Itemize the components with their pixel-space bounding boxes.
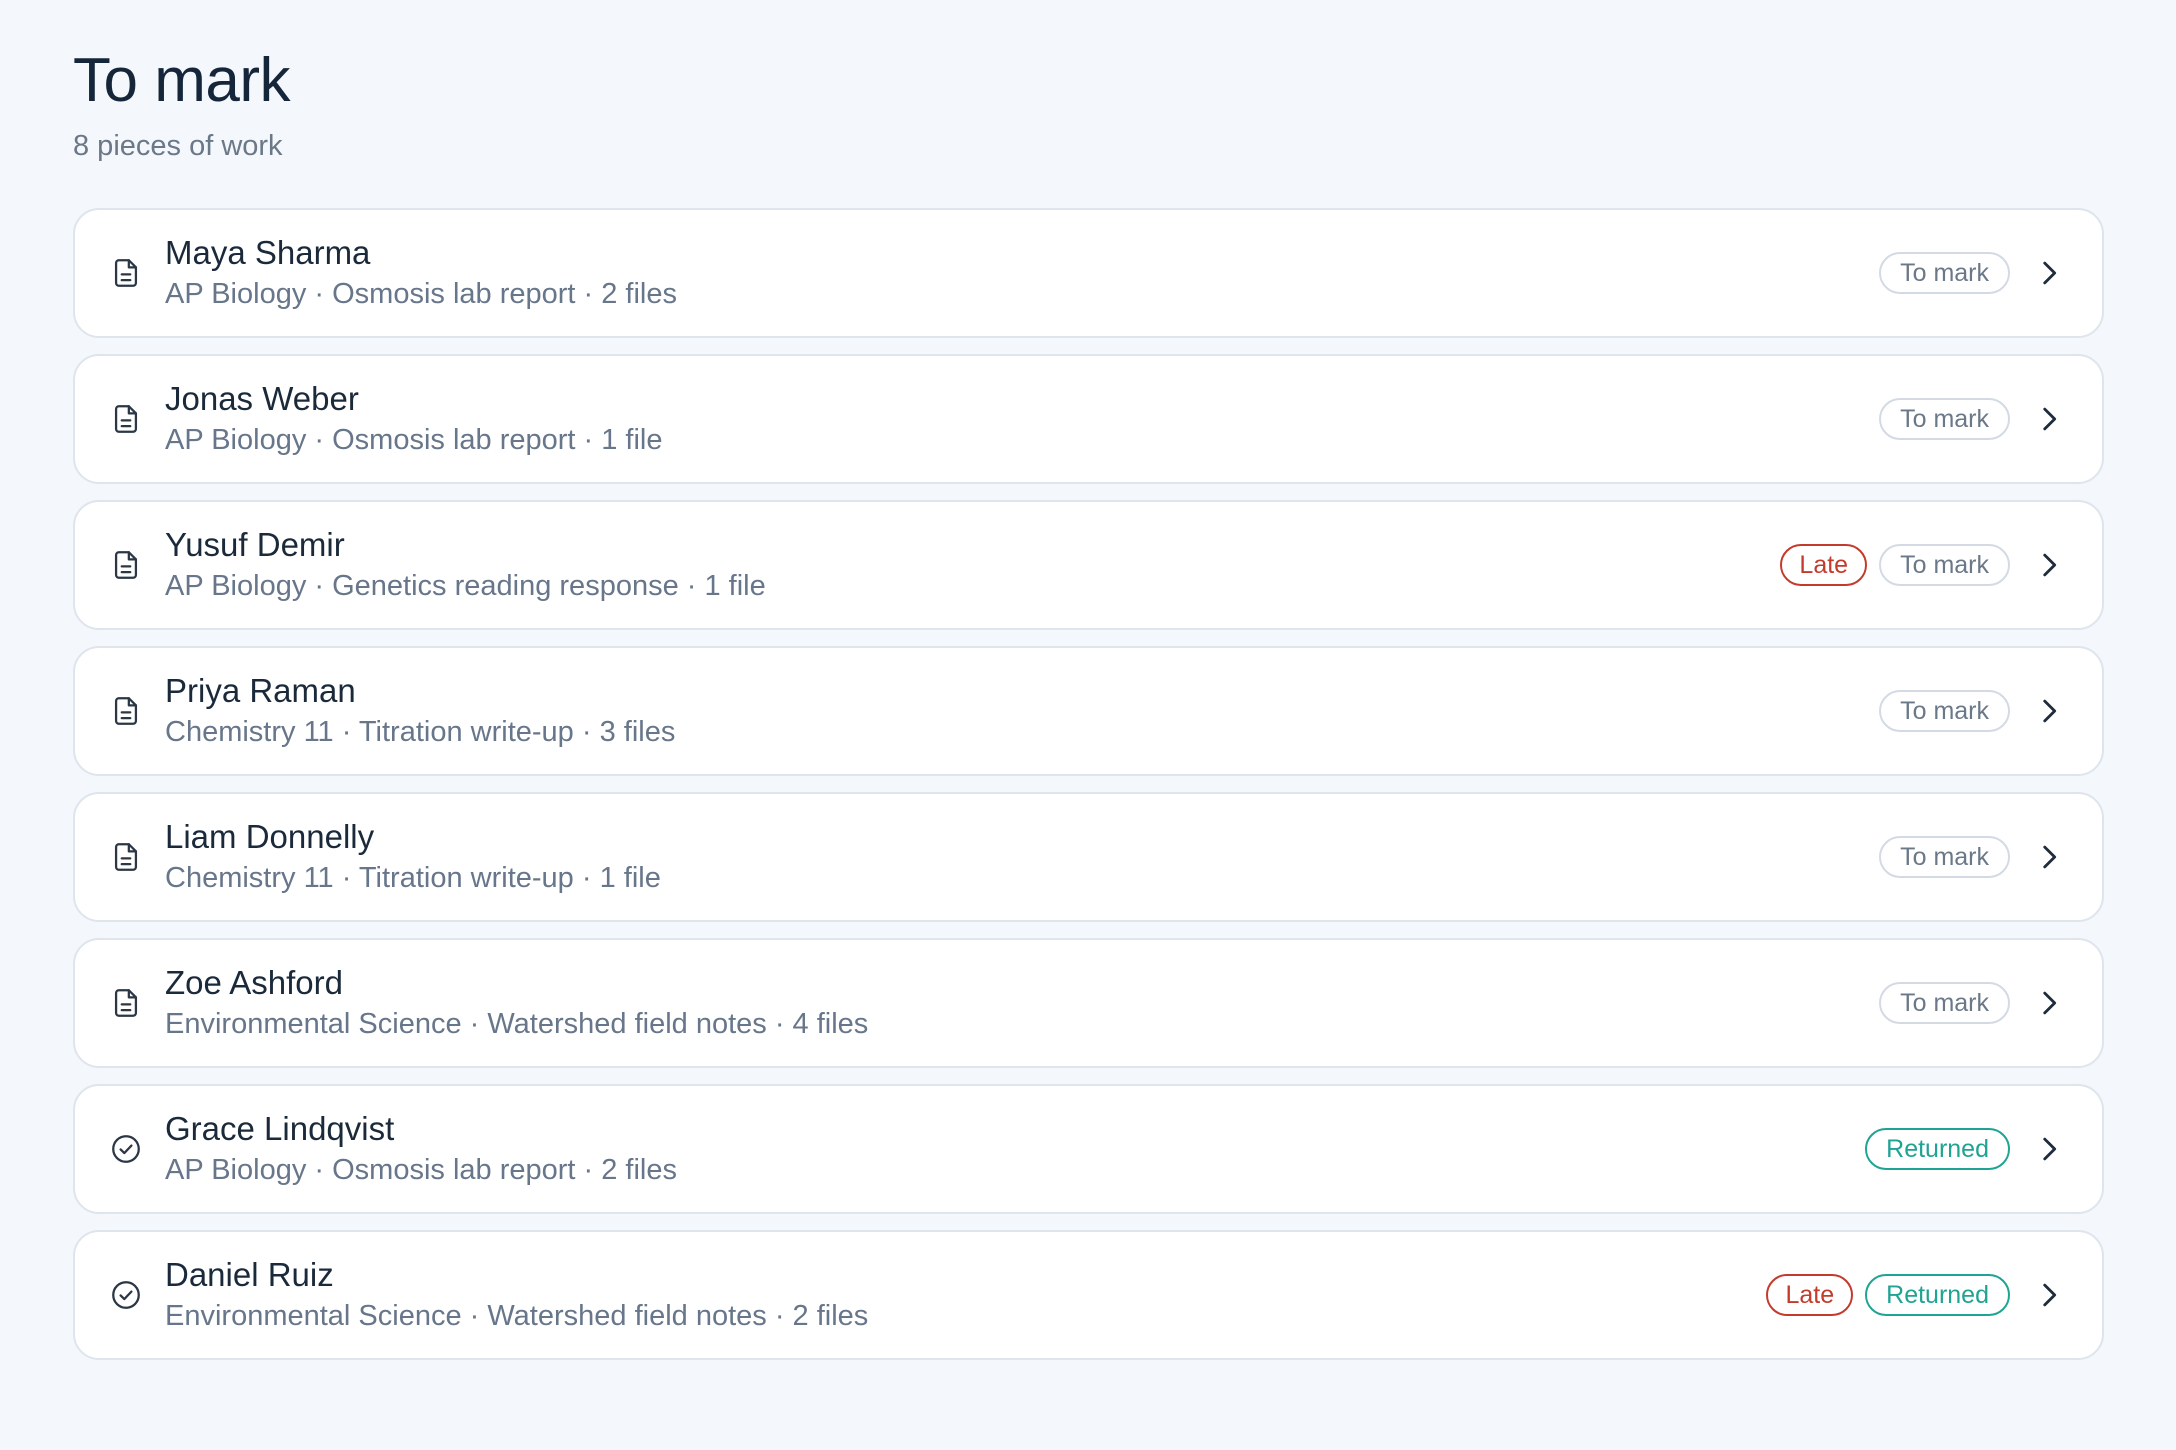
work-item-row[interactable]: Jonas Weber AP Biology · Osmosis lab rep… — [73, 354, 2104, 484]
work-item-badges: To mark — [1879, 940, 2066, 1066]
work-item-row[interactable]: Priya Raman Chemistry 11 · Titration wri… — [73, 646, 2104, 776]
work-item-text: Jonas Weber AP Biology · Osmosis lab rep… — [165, 378, 663, 460]
chevron-right-icon[interactable] — [2032, 986, 2066, 1020]
work-item-details: Chemistry 11 · Titration write-up · 1 fi… — [165, 862, 661, 894]
chevron-right-icon[interactable] — [2032, 1278, 2066, 1312]
student-name: Grace Lindqvist — [165, 1110, 395, 1147]
work-item-details: AP Biology · Osmosis lab report · 2 file… — [165, 1154, 677, 1186]
chevron-right-icon[interactable] — [2032, 840, 2066, 874]
work-item-details: AP Biology · Genetics reading response ·… — [165, 570, 766, 602]
work-item-badges: To mark — [1879, 210, 2066, 336]
work-item-text: Maya Sharma AP Biology · Osmosis lab rep… — [165, 232, 677, 314]
student-name: Maya Sharma — [165, 234, 371, 271]
student-name: Yusuf Demir — [165, 526, 345, 563]
check-circle-icon — [109, 1278, 143, 1312]
work-item-details: AP Biology · Osmosis lab report · 2 file… — [165, 278, 677, 310]
status-badge: To mark — [1879, 690, 2010, 732]
chevron-right-icon[interactable] — [2032, 402, 2066, 436]
work-item-text: Daniel Ruiz Environmental Science · Wate… — [165, 1254, 868, 1336]
work-item-text: Yusuf Demir AP Biology · Genetics readin… — [165, 524, 766, 606]
work-item-row[interactable]: Maya Sharma AP Biology · Osmosis lab rep… — [73, 208, 2104, 338]
work-item-row[interactable]: Daniel Ruiz Environmental Science · Wate… — [73, 1230, 2104, 1360]
chevron-right-icon[interactable] — [2032, 694, 2066, 728]
work-item-badges: To mark — [1879, 794, 2066, 920]
status-badge: To mark — [1879, 252, 2010, 294]
check-circle-icon — [109, 1132, 143, 1166]
status-badge: To mark — [1879, 836, 2010, 878]
document-icon — [109, 402, 143, 436]
work-item-row[interactable]: Zoe Ashford Environmental Science · Wate… — [73, 938, 2104, 1068]
document-icon — [109, 256, 143, 290]
work-item-badges: To mark — [1879, 648, 2066, 774]
work-item-row[interactable]: Liam Donnelly Chemistry 11 · Titration w… — [73, 792, 2104, 922]
status-badge: Returned — [1865, 1274, 2010, 1316]
work-item-text: Zoe Ashford Environmental Science · Wate… — [165, 962, 868, 1044]
work-item-badges: Returned — [1865, 1086, 2066, 1212]
page-title: To mark — [73, 46, 290, 115]
work-item-details: AP Biology · Osmosis lab report · 1 file — [165, 424, 663, 456]
work-item-details: Chemistry 11 · Titration write-up · 3 fi… — [165, 716, 676, 748]
document-icon — [109, 986, 143, 1020]
work-item-text: Liam Donnelly Chemistry 11 · Titration w… — [165, 816, 661, 898]
status-badge: To mark — [1879, 544, 2010, 586]
work-item-row[interactable]: Yusuf Demir AP Biology · Genetics readin… — [73, 500, 2104, 630]
work-item-text: Priya Raman Chemistry 11 · Titration wri… — [165, 670, 675, 752]
work-item-badges: To mark — [1879, 356, 2066, 482]
document-icon — [109, 840, 143, 874]
late-badge: Late — [1780, 544, 1868, 586]
chevron-right-icon[interactable] — [2032, 548, 2066, 582]
chevron-right-icon[interactable] — [2032, 256, 2066, 290]
work-item-badges: Late Returned — [1766, 1232, 2066, 1358]
document-icon — [109, 548, 143, 582]
page-subtitle: 8 pieces of work — [73, 130, 283, 162]
student-name: Daniel Ruiz — [165, 1256, 334, 1293]
work-item-details: Environmental Science · Watershed field … — [165, 1300, 869, 1332]
work-item-details: Environmental Science · Watershed field … — [165, 1008, 869, 1040]
student-name: Liam Donnelly — [165, 818, 375, 855]
document-icon — [109, 694, 143, 728]
chevron-right-icon[interactable] — [2032, 1132, 2066, 1166]
student-name: Priya Raman — [165, 672, 356, 709]
status-badge: Returned — [1865, 1128, 2010, 1170]
work-item-row[interactable]: Grace Lindqvist AP Biology · Osmosis lab… — [73, 1084, 2104, 1214]
status-badge: To mark — [1879, 982, 2010, 1024]
work-item-badges: Late To mark — [1780, 502, 2066, 628]
status-badge: To mark — [1879, 398, 2010, 440]
work-item-text: Grace Lindqvist AP Biology · Osmosis lab… — [165, 1108, 677, 1190]
student-name: Jonas Weber — [165, 380, 359, 417]
late-badge: Late — [1766, 1274, 1854, 1316]
student-name: Zoe Ashford — [165, 964, 343, 1001]
work-list: Maya Sharma AP Biology · Osmosis lab rep… — [73, 208, 2104, 1376]
